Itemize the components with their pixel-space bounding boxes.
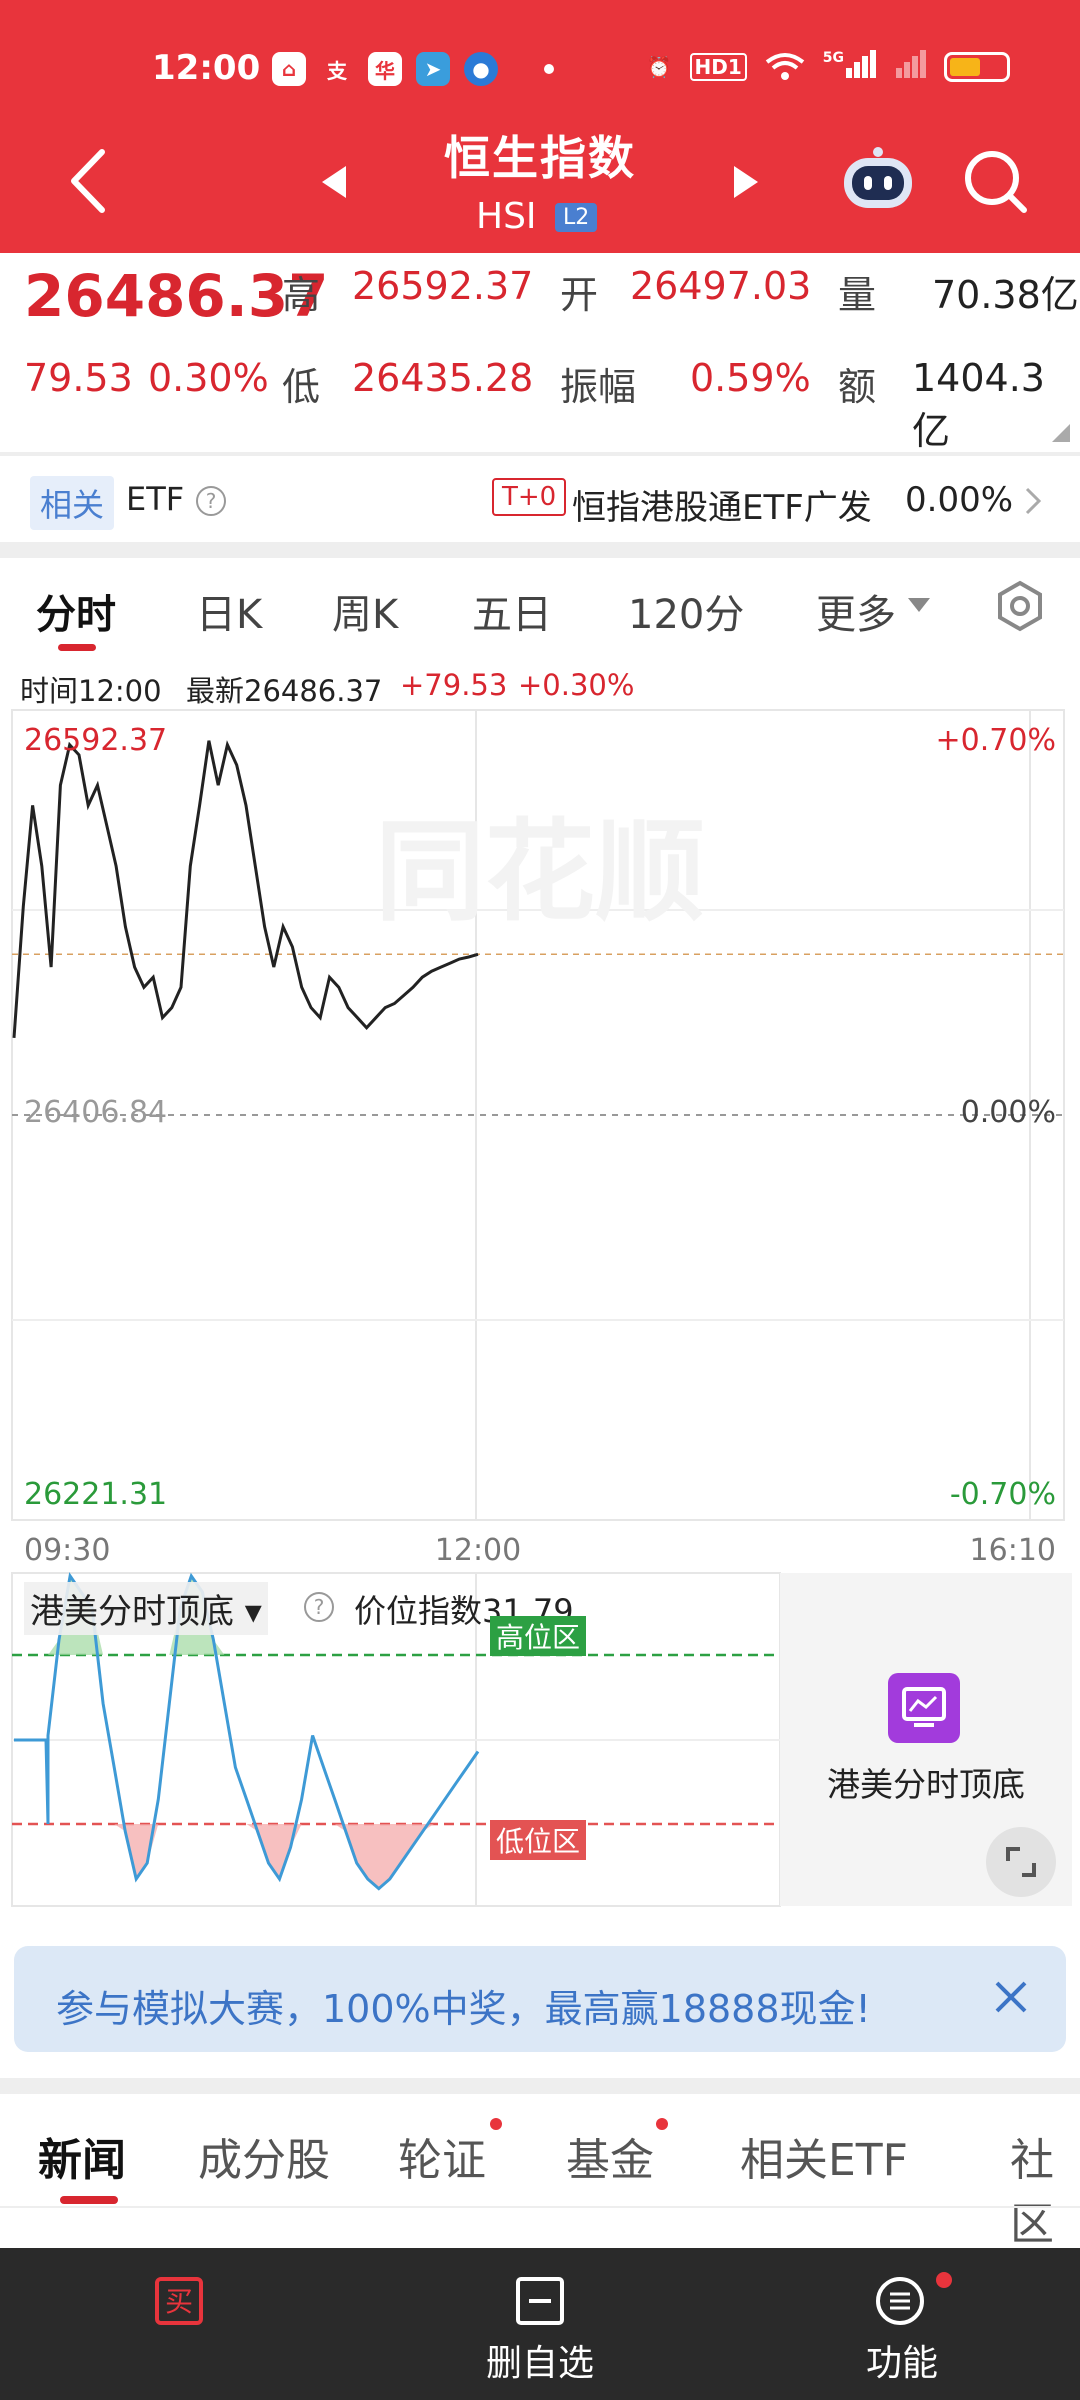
open-label: 开	[560, 273, 599, 317]
5g-signal-icon: 5G	[823, 50, 876, 83]
chart-tab[interactable]: 日K	[196, 582, 262, 640]
dropdown-icon[interactable]	[908, 598, 930, 612]
time-label-end: 16:10	[970, 1533, 1056, 1568]
info-pct: +0.30%	[518, 668, 635, 702]
fullscreen-icon[interactable]	[986, 1827, 1056, 1897]
buy-icon-text: 买	[165, 2285, 193, 2318]
price-change: 79.53	[24, 356, 133, 400]
chart-tab[interactable]: 分时	[36, 582, 116, 640]
indicator-help-icon[interactable]: ?	[304, 1592, 334, 1622]
high-value: 26592.37	[352, 264, 534, 308]
settings-icon[interactable]	[994, 580, 1046, 632]
high-label: 高	[282, 273, 321, 317]
tabs-divider	[0, 2206, 1080, 2208]
network-type: 5G	[822, 50, 844, 66]
expand-corner-icon[interactable]	[1052, 424, 1070, 442]
low-label: 低	[282, 365, 321, 409]
amount-label: 额	[838, 365, 877, 409]
news-tab[interactable]: 成分股	[198, 2124, 330, 2188]
notification-dot	[936, 2272, 952, 2288]
etf-value: 0.00%	[905, 480, 1014, 520]
watermark: 同花顺	[375, 808, 705, 936]
pct-label-top: +0.70%	[936, 723, 1056, 758]
active-tab-indicator	[58, 644, 96, 651]
amplitude-label: 振幅	[560, 365, 637, 409]
chevron-right-icon[interactable]	[1024, 486, 1042, 516]
pct-label-bottom: -0.70%	[950, 1477, 1056, 1512]
wifi-icon	[765, 52, 804, 80]
price-label-mid: 26406.84	[24, 1095, 167, 1130]
active-news-tab-indicator	[60, 2196, 118, 2204]
news-tab[interactable]: 基金	[566, 2124, 654, 2188]
section-gap	[0, 542, 1080, 558]
telegram-icon: ➤	[416, 52, 450, 86]
indicator-title[interactable]: 港美分时顶底 ▾	[24, 1582, 268, 1635]
remove-watchlist-icon[interactable]	[515, 2276, 565, 2326]
signal-icon	[894, 50, 926, 83]
promo-label: 港美分时顶底	[827, 1765, 1025, 1804]
time-label-mid: 12:00	[435, 1533, 521, 1568]
high-zone-label: 高位区	[490, 1616, 587, 1656]
next-stock-icon[interactable]	[732, 164, 762, 200]
amplitude-value: 0.59%	[690, 356, 811, 400]
search-icon[interactable]	[962, 148, 1030, 216]
top-bar: 12:00 ⌂ 支 华 ➤ ● ⏰ HD1 5G 恒生指数 HSI L2	[0, 0, 1080, 253]
new-dot	[490, 2118, 502, 2130]
indicator-name: 港美分时顶底	[30, 1592, 234, 1632]
chart-tab[interactable]: 周K	[332, 582, 398, 640]
stock-code: HSI	[476, 196, 537, 237]
screen: { "status_bar": { "time": "12:00", "icon…	[0, 0, 1080, 2400]
section-gap-2	[0, 2078, 1080, 2094]
app-icon-2: ●	[464, 52, 498, 86]
low-zone-label: 低位区	[490, 1820, 587, 1860]
home-app-icon: ⌂	[272, 52, 306, 86]
notification-icons: ⌂ 支 华 ➤ ●	[272, 52, 498, 86]
remove-watchlist-label[interactable]: 删自选	[486, 2334, 594, 2386]
price-label-bottom: 26221.31	[24, 1477, 167, 1512]
time-label-start: 09:30	[24, 1533, 110, 1568]
price-change-pct: 0.30%	[148, 356, 269, 400]
etf-label: ETF	[126, 480, 185, 518]
volume-value: 70.38亿	[932, 273, 1079, 317]
open-value: 26497.03	[630, 264, 812, 308]
close-icon[interactable]	[994, 1980, 1028, 2014]
news-tab[interactable]: 新闻	[38, 2124, 126, 2188]
monitor-chart-icon	[888, 1673, 960, 1743]
menu-icon[interactable]	[875, 2276, 925, 2326]
hd-icon: HD1	[689, 52, 747, 81]
assistant-robot-icon[interactable]	[838, 146, 918, 212]
system-status-icons: ⏰ HD1 5G	[647, 50, 1010, 83]
alarm-icon: ⏰	[646, 54, 672, 79]
pct-label-mid: 0.00%	[961, 1095, 1056, 1130]
function-label[interactable]: 功能	[866, 2334, 938, 2386]
app-icon: 华	[368, 52, 402, 86]
divider	[0, 452, 1080, 456]
more-notifications-dot	[544, 64, 554, 74]
page-title: 恒生指数	[444, 131, 636, 185]
related-tag: 相关	[30, 476, 115, 530]
chart-tab[interactable]: 120分	[628, 582, 744, 640]
buy-icon[interactable]: 买	[154, 2276, 204, 2326]
l2-badge: L2	[555, 203, 598, 232]
battery-icon	[944, 51, 1010, 82]
news-tab[interactable]: 相关ETF	[740, 2124, 908, 2188]
new-dot	[656, 2118, 668, 2130]
banner-text[interactable]: 参与模拟大赛，100%中奖，最高赢18888现金!	[56, 1978, 871, 2033]
help-icon[interactable]: ?	[196, 486, 226, 516]
news-tab[interactable]: 轮证	[398, 2124, 486, 2188]
info-change: +79.53	[400, 668, 508, 702]
news-tab[interactable]: 社区	[1010, 2124, 1080, 2252]
low-value: 26435.28	[352, 356, 534, 400]
status-time: 12:00	[152, 48, 261, 88]
etf-name-link[interactable]: 恒指港股通ETF广发	[572, 480, 872, 529]
chart-tab[interactable]: 五日	[472, 582, 552, 640]
t0-badge: T+0	[492, 478, 567, 516]
price-label-top: 26592.37	[24, 723, 167, 758]
chart-tab[interactable]: 更多	[816, 582, 896, 640]
volume-label: 量	[838, 273, 877, 317]
alipay-icon: 支	[327, 58, 347, 83]
